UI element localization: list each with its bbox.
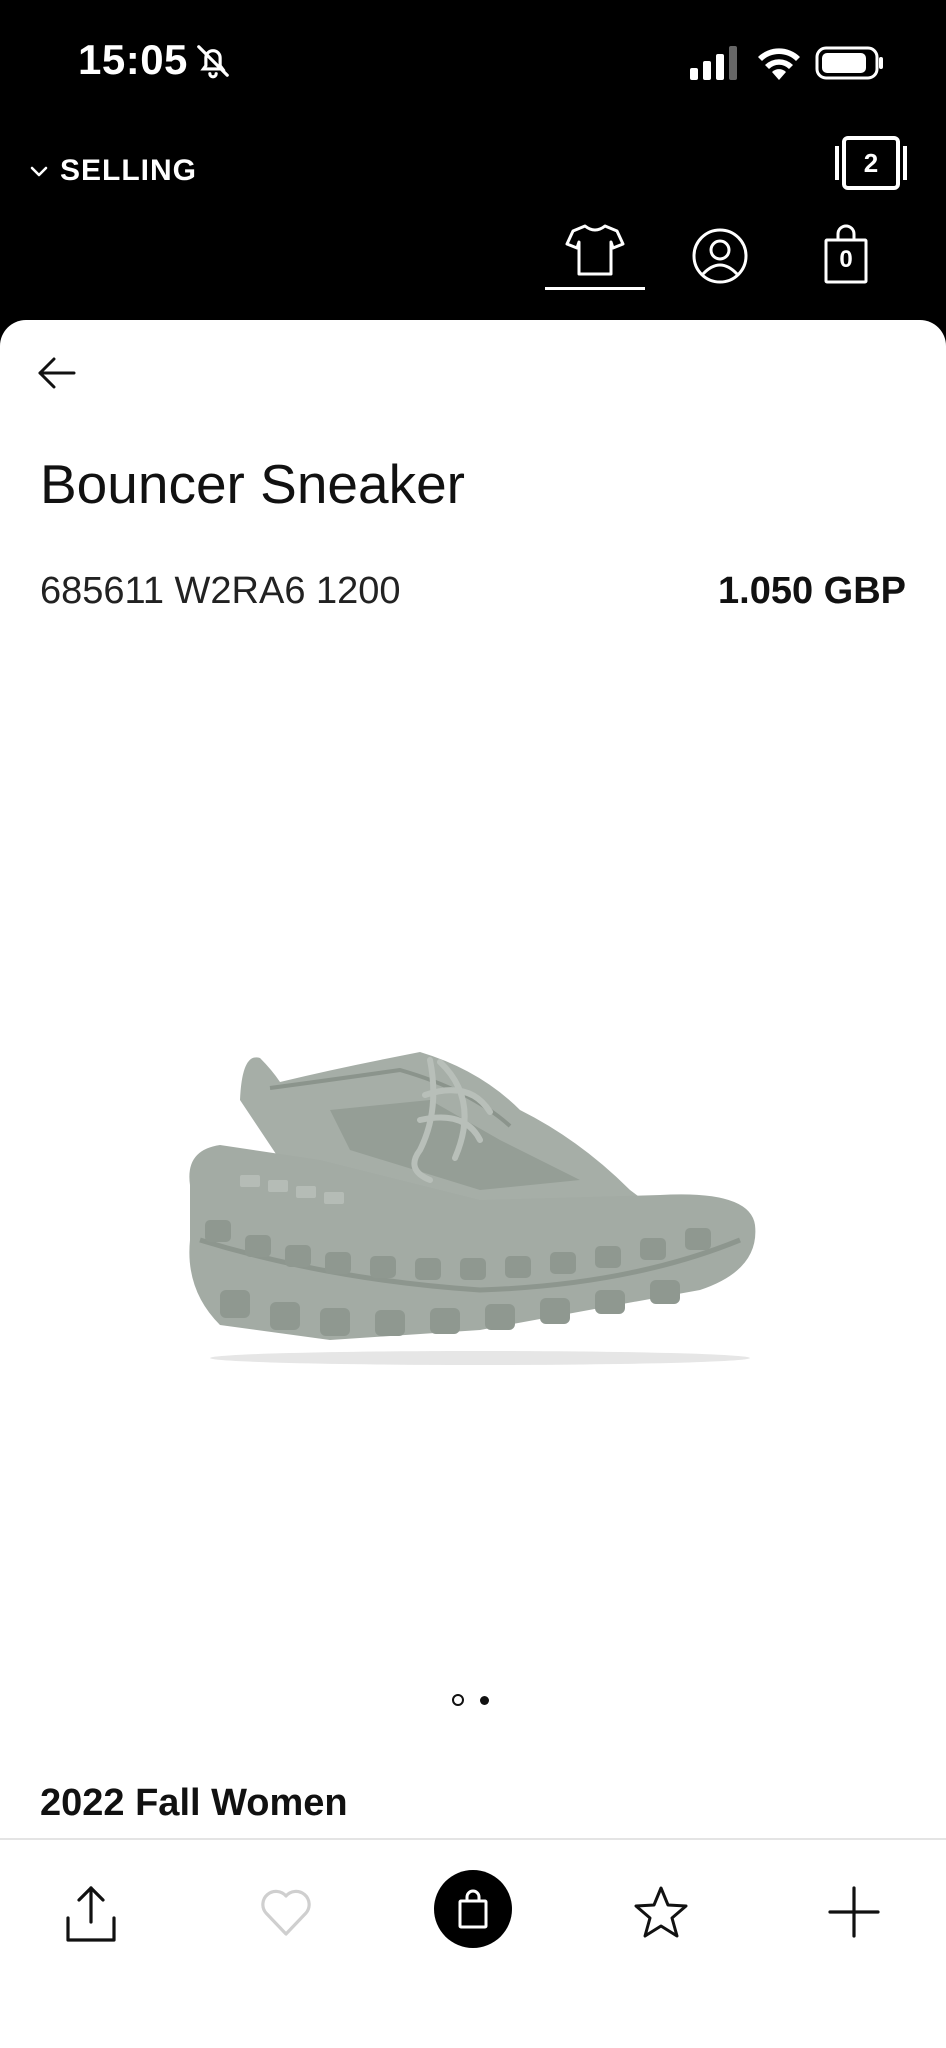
nav-tab-products[interactable]	[545, 220, 645, 290]
shopping-bag-icon	[458, 1889, 488, 1929]
status-bar: 15:05	[0, 0, 946, 120]
battery-icon	[815, 46, 883, 80]
bag-count: 0	[839, 246, 853, 273]
star-icon[interactable]	[632, 1884, 690, 1942]
active-tab-indicator	[545, 287, 645, 290]
shopping-bag-button[interactable]: 0	[820, 224, 872, 284]
tabs-counter-button[interactable]: 2	[834, 134, 908, 192]
pagination-dot-active[interactable]	[452, 1694, 464, 1706]
back-arrow-icon[interactable]	[36, 352, 78, 394]
status-time: 15:05	[78, 36, 188, 83]
product-sku: 685611 W2RA6 1200	[40, 570, 401, 612]
tabs-count: 2	[863, 147, 879, 178]
cellular-signal-icon	[690, 46, 737, 80]
product-title: Bouncer Sneaker	[40, 453, 465, 515]
bell-muted-icon	[197, 45, 229, 79]
add-to-bag-button[interactable]	[434, 1870, 512, 1948]
image-pagination[interactable]	[452, 1692, 502, 1708]
user-profile-icon[interactable]	[690, 226, 750, 286]
wifi-icon	[758, 48, 800, 80]
selling-label: SELLING	[60, 154, 198, 187]
plus-icon[interactable]	[826, 1884, 882, 1940]
product-price: 1.050 GBP	[718, 570, 906, 612]
app-header: SELLING 2 0	[0, 120, 946, 325]
bottom-toolbar	[0, 1838, 946, 2048]
product-image[interactable]	[180, 1040, 760, 1370]
product-detail-sheet: Bouncer Sneaker 685611 W2RA6 1200 1.050 …	[0, 320, 946, 2048]
heart-icon[interactable]	[258, 1886, 314, 1938]
tshirt-icon	[565, 224, 625, 276]
share-icon[interactable]	[62, 1882, 120, 1946]
chevron-down-icon	[30, 166, 48, 177]
pagination-dot[interactable]	[480, 1695, 489, 1705]
selling-mode-toggle[interactable]: SELLING	[28, 154, 197, 188]
product-season: 2022 Fall Women	[40, 1782, 348, 1824]
